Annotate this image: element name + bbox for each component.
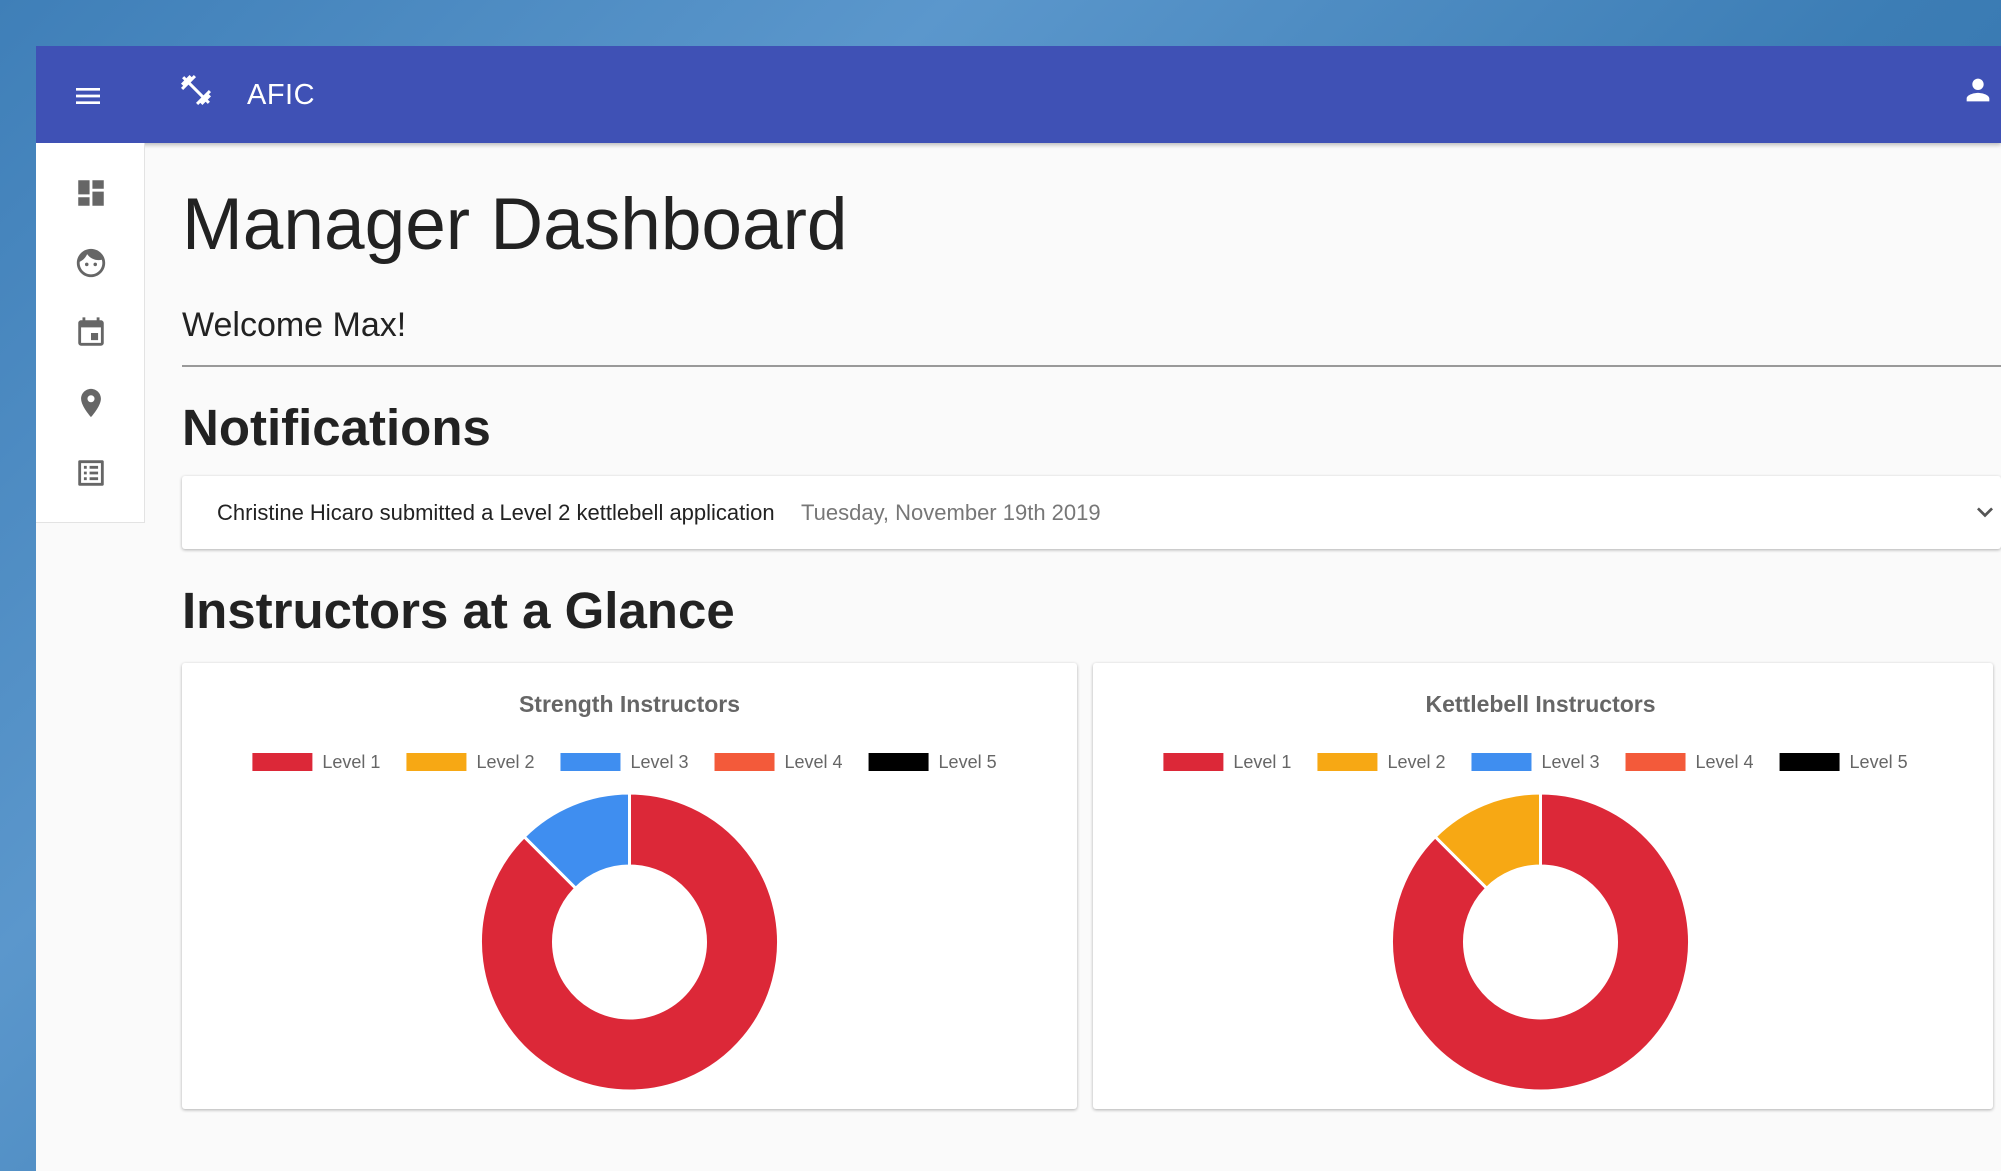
sidebar: [36, 143, 145, 523]
legend-swatch: [1317, 753, 1378, 771]
sidebar-item-locations[interactable]: [56, 375, 126, 431]
app-bar: AFIC: [36, 46, 2001, 143]
sidebar-item-dashboard[interactable]: [56, 165, 126, 221]
legend-swatch: [406, 753, 467, 771]
legend-item-level-1[interactable]: Level 1: [252, 752, 380, 772]
legend-item-level-1[interactable]: Level 1: [1163, 752, 1291, 772]
dumbbell-logo-icon: [178, 72, 214, 108]
legend-label: Level 2: [1387, 752, 1445, 772]
notification-item[interactable]: Christine Hicaro submitted a Level 2 ket…: [182, 476, 2001, 549]
legend-label: Level 3: [630, 752, 688, 772]
legend-swatch: [1779, 753, 1840, 771]
sidebar-item-applications[interactable]: [56, 445, 126, 501]
legend-label: Level 2: [476, 752, 534, 772]
sidebar-item-instructors[interactable]: [56, 235, 126, 291]
legend-swatch: [1471, 753, 1532, 771]
app-window: AFIC Manager Dashboard Welcome Max! Noti…: [36, 46, 2001, 1171]
notifications-title: Notifications: [182, 399, 491, 456]
strength-instructors-chart: Strength Instructors Level 1 Level 2 Level …: [252, 691, 997, 1093]
legend-item-level-2[interactable]: Level 2: [406, 752, 534, 772]
checklist-icon: [78, 460, 104, 486]
sidebar-item-calendar[interactable]: [56, 305, 126, 361]
dashboard-icon: [78, 180, 104, 206]
legend-label: Level 1: [322, 752, 380, 772]
page-title: Manager Dashboard: [182, 184, 848, 265]
instructors-glance-title: Instructors at a Glance: [182, 582, 735, 639]
face-icon: [76, 248, 106, 278]
legend-label: Level 5: [1850, 752, 1908, 772]
legend-swatch: [714, 753, 775, 771]
kettlebell-chart-card: Kettlebell Instructors Level 1 Level 2 Leve…: [1093, 663, 1993, 1109]
chevron-down-icon[interactable]: [1969, 496, 2001, 528]
strength-chart-card: Strength Instructors Level 1 Level 2 Level …: [182, 663, 1077, 1109]
legend-label: Level 3: [1541, 752, 1599, 772]
divider: [182, 365, 2001, 367]
location-icon: [81, 388, 101, 418]
legend-item-level-5[interactable]: Level 5: [1779, 752, 1908, 772]
notification-text: Christine Hicaro submitted a Level 2 ket…: [217, 500, 775, 525]
main-content: Manager Dashboard Welcome Max! Notificat…: [182, 143, 2001, 1171]
legend-label: Level 1: [1233, 752, 1291, 772]
legend-label: Level 4: [785, 752, 843, 772]
kettlebell-instructors-chart: Kettlebell Instructors Level 1 Level 2 Leve…: [1163, 691, 1908, 1093]
legend-label: Level 4: [1696, 752, 1754, 772]
calendar-icon: [78, 317, 104, 346]
legend-item-level-2[interactable]: Level 2: [1317, 752, 1445, 772]
chart-title: Kettlebell Instructors: [1425, 691, 1655, 717]
account-icon[interactable]: [1961, 73, 2001, 113]
legend-item-level-5[interactable]: Level 5: [868, 752, 997, 772]
legend-item-level-4[interactable]: Level 4: [714, 752, 843, 772]
menu-icon[interactable]: [72, 80, 108, 110]
legend-swatch: [868, 753, 929, 771]
legend-item-level-3[interactable]: Level 3: [560, 752, 689, 772]
legend-label: Level 5: [939, 752, 997, 772]
legend-item-level-3[interactable]: Level 3: [1471, 752, 1600, 772]
legend-swatch: [560, 753, 621, 771]
legend-swatch: [1625, 753, 1686, 771]
welcome-message: Welcome Max!: [182, 306, 407, 344]
notification-date: Tuesday, November 19th 2019: [801, 500, 1101, 525]
legend-swatch: [252, 753, 313, 771]
legend-item-level-4[interactable]: Level 4: [1625, 752, 1754, 772]
app-title: AFIC: [247, 79, 316, 111]
legend-swatch: [1163, 753, 1224, 771]
chart-title: Strength Instructors: [519, 691, 740, 717]
